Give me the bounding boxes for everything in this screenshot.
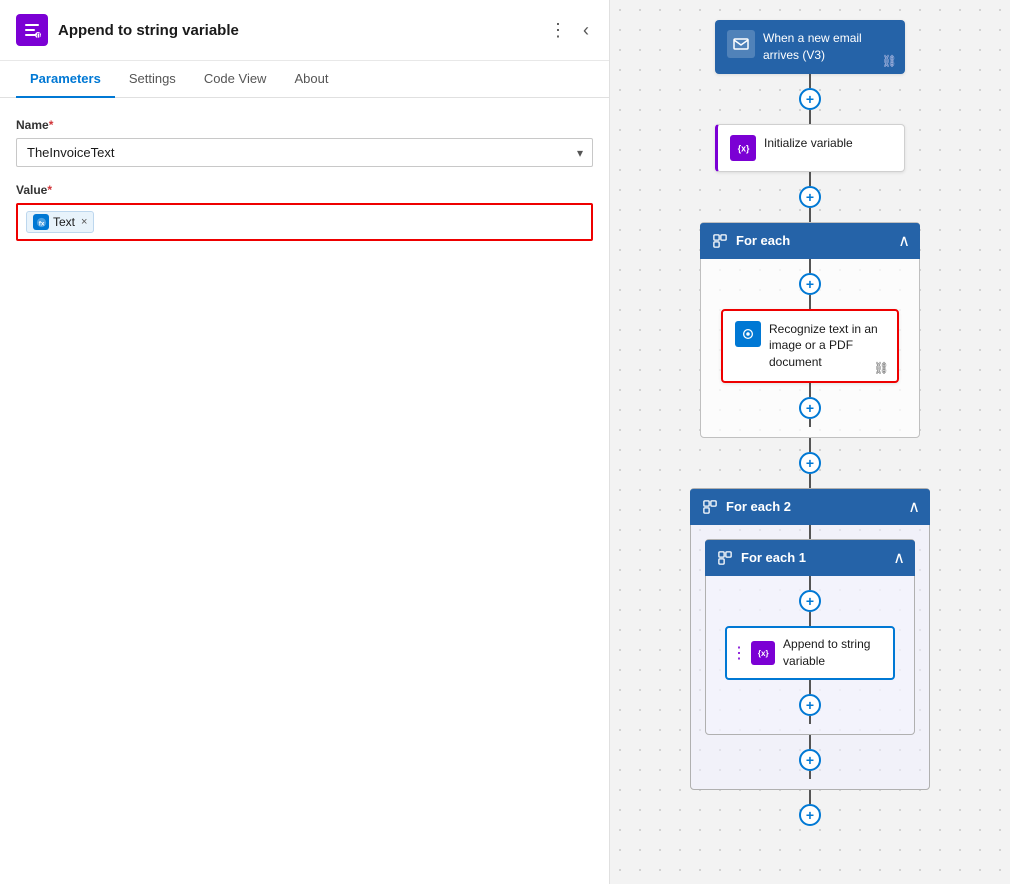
tab-codeview[interactable]: Code View bbox=[190, 61, 281, 98]
value-field[interactable]: fx Text × bbox=[16, 203, 593, 241]
foreach-label: For each bbox=[736, 233, 892, 248]
link-icon: ⛓ bbox=[882, 54, 897, 68]
tab-bar: Parameters Settings Code View About bbox=[0, 61, 609, 98]
tab-about[interactable]: About bbox=[280, 61, 342, 98]
add-step-button-2[interactable]: + bbox=[799, 186, 821, 208]
tab-parameters[interactable]: Parameters bbox=[16, 61, 115, 98]
svg-text:{x}: {x} bbox=[738, 143, 750, 153]
foreach1-inner-container: For each 1 ∧ + ⋮ bbox=[705, 539, 915, 735]
svg-text:{}: {} bbox=[37, 33, 41, 39]
append-dots-icon: ⋮ bbox=[731, 643, 747, 663]
right-panel: When a new email arrives (V3) ⛓ + {x} In… bbox=[610, 0, 1010, 884]
connector-2: + bbox=[799, 172, 821, 222]
foreach2-header[interactable]: For each 2 ∧ bbox=[690, 489, 930, 525]
initialize-node-label: Initialize variable bbox=[764, 135, 853, 152]
svg-text:{x}: {x} bbox=[757, 649, 769, 658]
recognize-icon bbox=[735, 321, 761, 347]
token-label: Text bbox=[53, 215, 75, 229]
value-label: Value* bbox=[16, 183, 593, 197]
name-select[interactable]: TheInvoiceText bbox=[16, 138, 593, 167]
add-step-button-1[interactable]: + bbox=[799, 88, 821, 110]
variable-icon: {x} bbox=[730, 135, 756, 161]
recognize-text-node[interactable]: Recognize text in an image or a PDF docu… bbox=[721, 309, 899, 383]
append-node-label: Append to string variable bbox=[783, 636, 883, 670]
foreach1-header[interactable]: For each 1 ∧ bbox=[705, 540, 915, 576]
panel-header: {} Append to string variable ⋮ ‹ bbox=[0, 0, 609, 61]
connector-3: + bbox=[799, 438, 821, 488]
token-icon: fx bbox=[33, 214, 49, 230]
email-node-label: When a new email arrives (V3) bbox=[763, 30, 893, 64]
foreach-icon bbox=[710, 231, 730, 251]
panel-body: Name* TheInvoiceText ▾ Value* fx bbox=[0, 98, 609, 884]
append-to-string-node[interactable]: ⋮ {x} Append to string variable bbox=[725, 626, 895, 680]
recognize-node-label: Recognize text in an image or a PDF docu… bbox=[769, 321, 885, 371]
connector-bottom: + bbox=[799, 790, 821, 826]
panel-title: Append to string variable bbox=[58, 22, 535, 39]
add-step-bottom-button[interactable]: + bbox=[799, 804, 821, 826]
foreach2-inner: For each 1 ∧ + ⋮ bbox=[705, 525, 915, 779]
foreach1-icon bbox=[715, 548, 735, 568]
recognize-link-icon: ⛓ bbox=[874, 361, 889, 375]
svg-text:fx: fx bbox=[38, 220, 44, 227]
value-field-group: Value* fx Text × bbox=[16, 183, 593, 241]
add-step-foreach2-bottom-button[interactable]: + bbox=[799, 749, 821, 771]
foreach-collapse-button[interactable]: ∧ bbox=[898, 231, 910, 251]
name-label: Name* bbox=[16, 118, 593, 132]
flow-canvas: When a new email arrives (V3) ⛓ + {x} In… bbox=[660, 0, 960, 884]
append-wrapper: ⋮ {x} Append to string variable bbox=[725, 626, 895, 680]
connector-1: + bbox=[799, 74, 821, 124]
email-trigger-node[interactable]: When a new email arrives (V3) ⛓ bbox=[715, 20, 905, 74]
close-panel-button[interactable]: ‹ bbox=[579, 18, 593, 43]
foreach2-collapse-button[interactable]: ∧ bbox=[908, 497, 920, 517]
left-panel: {} Append to string variable ⋮ ‹ Paramet… bbox=[0, 0, 610, 884]
add-step-foreach1-button[interactable]: + bbox=[799, 590, 821, 612]
foreach2-icon bbox=[700, 497, 720, 517]
foreach2-outer-container: For each 2 ∧ For ea bbox=[690, 488, 930, 790]
tab-settings[interactable]: Settings bbox=[115, 61, 190, 98]
foreach1-collapse-button[interactable]: ∧ bbox=[893, 548, 905, 568]
add-step-button-3[interactable]: + bbox=[799, 452, 821, 474]
foreach-header[interactable]: For each ∧ bbox=[700, 223, 920, 259]
token-close-button[interactable]: × bbox=[81, 217, 87, 228]
foreach1-inner: + ⋮ {x} bbox=[725, 576, 895, 724]
name-field-group: Name* TheInvoiceText ▾ bbox=[16, 118, 593, 167]
name-select-wrapper: TheInvoiceText ▾ bbox=[16, 138, 593, 167]
add-step-foreach-button[interactable]: + bbox=[799, 273, 821, 295]
foreach1-label: For each 1 bbox=[741, 550, 887, 565]
token-chip: fx Text × bbox=[26, 211, 94, 233]
foreach-inner: + Recognize text in an image or a PDF do… bbox=[721, 259, 899, 427]
foreach-container: For each ∧ + Recognize text in an ima bbox=[700, 222, 920, 438]
more-options-button[interactable]: ⋮ bbox=[545, 18, 571, 43]
add-step-after-recognize-button[interactable]: + bbox=[799, 397, 821, 419]
append-node-icon: {x} bbox=[751, 641, 775, 665]
initialize-variable-node[interactable]: {x} Initialize variable bbox=[715, 124, 905, 172]
panel-icon: {} bbox=[16, 14, 48, 46]
email-icon bbox=[727, 30, 755, 58]
add-step-after-append-button[interactable]: + bbox=[799, 694, 821, 716]
panel-header-actions: ⋮ ‹ bbox=[545, 18, 593, 43]
foreach2-label: For each 2 bbox=[726, 499, 902, 514]
